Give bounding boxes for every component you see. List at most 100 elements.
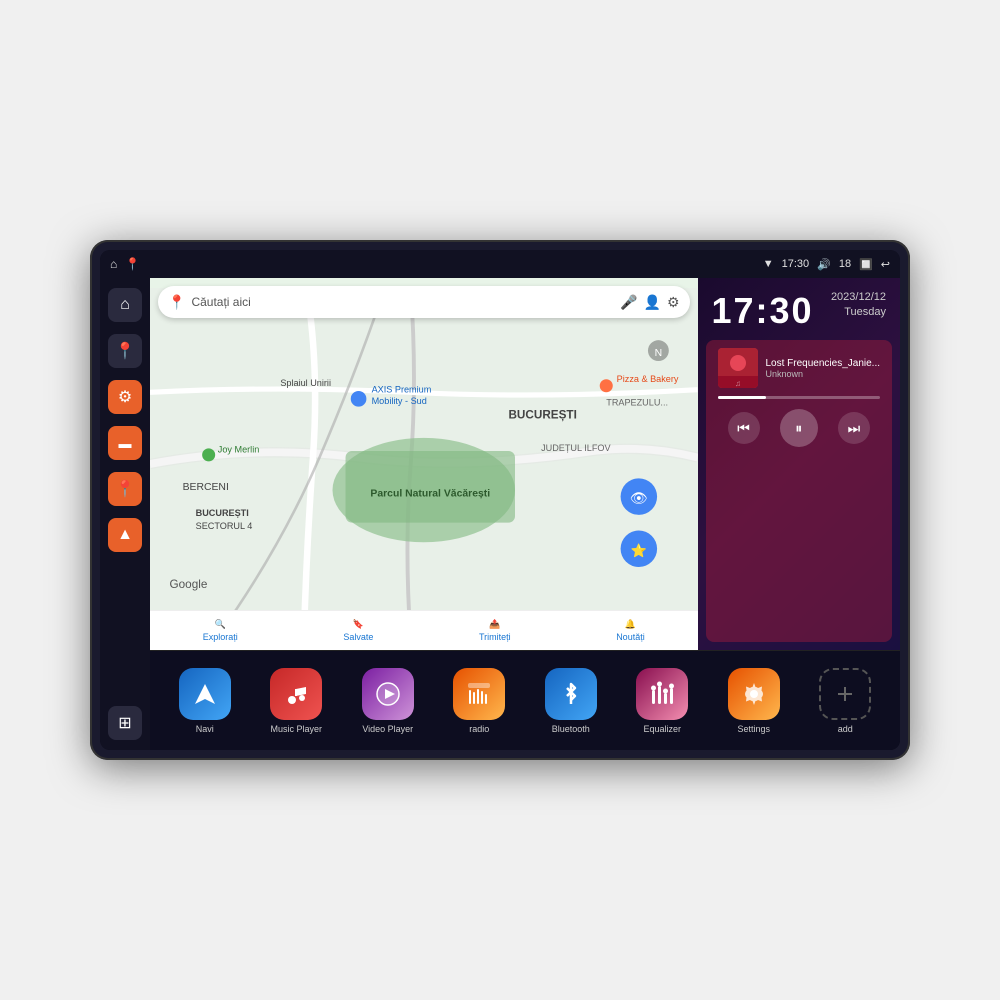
clock-date-value: 2023/12/12 — [831, 290, 886, 305]
music-player-label: Music Player — [270, 724, 322, 734]
svg-text:N: N — [655, 348, 663, 359]
bluetooth-icon — [545, 668, 597, 720]
add-label: add — [838, 724, 853, 734]
car-display: ⌂ 📍 ▼ 17:30 🔊 18 🔲 ↩ ⌂ 📍 ⚙ ▬ 📍 ▲ — [90, 240, 910, 760]
svg-text:Joy Merlin: Joy Merlin — [218, 444, 260, 454]
svg-text:♫: ♫ — [735, 379, 741, 388]
mic-icon[interactable]: 🎤 — [620, 294, 637, 311]
explore-label: Explorați — [203, 632, 238, 642]
svg-text:TRAPEZULU...: TRAPEZULU... — [606, 397, 668, 407]
app-navi[interactable]: Navi — [162, 668, 248, 734]
map-share[interactable]: 📤 Trimiteți — [479, 619, 511, 642]
sidebar-item-home[interactable]: ⌂ — [108, 288, 142, 322]
app-settings[interactable]: Settings — [711, 668, 797, 734]
video-player-label: Video Player — [362, 724, 413, 734]
svg-text:Pizza & Bakery: Pizza & Bakery — [617, 374, 679, 384]
search-placeholder: Căutați aici — [191, 295, 614, 309]
app-equalizer[interactable]: Equalizer — [620, 668, 706, 734]
sidebar-item-location[interactable]: 📍 — [108, 472, 142, 506]
map-widget[interactable]: 📍 Căutați aici 🎤 👤 ⚙ — [150, 278, 698, 650]
clock-section: 17:30 2023/12/12 Tuesday — [698, 278, 901, 340]
bluetooth-label: Bluetooth — [552, 724, 590, 734]
map-bottom-bar: 🔍 Explorați 🔖 Salvate 📤 Trimiteți — [150, 610, 698, 650]
sidebar-item-nav[interactable]: ▲ — [108, 518, 142, 552]
track-artist: Unknown — [766, 369, 881, 379]
clock-day-value: Tuesday — [831, 305, 886, 320]
radio-icon — [453, 668, 505, 720]
svg-text:Mobility - Sud: Mobility - Sud — [372, 396, 427, 406]
clock-time: 17:30 — [712, 290, 814, 332]
sidebar-item-folder[interactable]: ▬ — [108, 426, 142, 460]
settings-icon — [728, 668, 780, 720]
center-content: 📍 Căutați aici 🎤 👤 ⚙ — [150, 278, 900, 750]
navi-icon — [179, 668, 231, 720]
map-search-bar[interactable]: 📍 Căutați aici 🎤 👤 ⚙ — [158, 286, 690, 318]
svg-text:BERCENI: BERCENI — [183, 482, 229, 493]
svg-text:Parcul Natural Văcărești: Parcul Natural Văcărești — [370, 489, 490, 500]
map-saved[interactable]: 🔖 Salvate — [343, 619, 373, 642]
music-controls: ⏮ ⏸ ⏭ — [718, 409, 881, 447]
svg-text:⭐: ⭐ — [631, 543, 647, 558]
track-name: Lost Frequencies_Janie... — [766, 358, 881, 369]
clock-date: 2023/12/12 Tuesday — [831, 290, 886, 321]
video-player-icon — [362, 668, 414, 720]
music-player-icon — [270, 668, 322, 720]
progress-fill — [718, 396, 767, 399]
svg-text:SECTORUL 4: SECTORUL 4 — [196, 521, 253, 531]
wifi-icon: ▼ — [763, 258, 774, 270]
music-track-info: ♫ Lost Frequencies_Janie... Unknown — [718, 348, 881, 388]
app-bluetooth[interactable]: Bluetooth — [528, 668, 614, 734]
app-radio[interactable]: radio — [437, 668, 523, 734]
screen: ⌂ 📍 ▼ 17:30 🔊 18 🔲 ↩ ⌂ 📍 ⚙ ▬ 📍 ▲ — [100, 250, 900, 750]
app-grid: Navi Music Player — [150, 650, 900, 750]
equalizer-icon — [636, 668, 688, 720]
app-music-player[interactable]: Music Player — [254, 668, 340, 734]
next-button[interactable]: ⏭ — [838, 412, 870, 444]
settings-label: Settings — [737, 724, 770, 734]
saved-label: Salvate — [343, 632, 373, 642]
radio-label: radio — [469, 724, 489, 734]
map-status-icon[interactable]: 📍 — [125, 257, 140, 271]
svg-text:Google: Google — [170, 578, 208, 591]
svg-text:JUDEȚUL ILFOV: JUDEȚUL ILFOV — [541, 443, 611, 453]
add-icon — [819, 668, 871, 720]
back-icon[interactable]: ↩ — [881, 258, 890, 271]
account-icon[interactable]: 👤 — [644, 294, 661, 311]
map-svg: Parcul Natural Văcărești BUCUREȘTI JUDEȚ… — [150, 278, 698, 650]
status-left: ⌂ 📍 — [110, 257, 140, 271]
sidebar-item-grid[interactable]: ⊞ — [108, 706, 142, 740]
share-label: Trimiteți — [479, 632, 511, 642]
track-details: Lost Frequencies_Janie... Unknown — [766, 358, 881, 379]
svg-text:AXIS Premium: AXIS Premium — [372, 384, 432, 394]
battery-level: 18 — [839, 258, 851, 270]
news-label: Noutăți — [616, 632, 645, 642]
sidebar: ⌂ 📍 ⚙ ▬ 📍 ▲ ⊞ — [100, 278, 150, 750]
album-art: ♫ — [718, 348, 758, 388]
sidebar-item-settings[interactable]: ⚙ — [108, 380, 142, 414]
svg-text:👁: 👁 — [630, 491, 648, 507]
music-section: ♫ Lost Frequencies_Janie... Unknown — [706, 340, 893, 642]
prev-button[interactable]: ⏮ — [728, 412, 760, 444]
svg-text:BUCUREȘTI: BUCUREȘTI — [508, 408, 576, 421]
pause-button[interactable]: ⏸ — [780, 409, 818, 447]
sidebar-item-map[interactable]: 📍 — [108, 334, 142, 368]
google-maps-icon: 📍 — [168, 294, 185, 311]
progress-bar[interactable] — [718, 396, 881, 399]
status-right: ▼ 17:30 🔊 18 🔲 ↩ — [763, 258, 890, 271]
map-explore[interactable]: 🔍 Explorați — [203, 619, 238, 642]
app-add[interactable]: add — [803, 668, 889, 734]
volume-icon: 🔊 — [817, 258, 831, 271]
status-time: 17:30 — [782, 258, 810, 270]
navi-label: Navi — [196, 724, 214, 734]
map-news[interactable]: 🔔 Noutăți — [616, 619, 645, 642]
status-bar: ⌂ 📍 ▼ 17:30 🔊 18 🔲 ↩ — [100, 250, 900, 278]
map-area: 📍 Căutați aici 🎤 👤 ⚙ — [150, 278, 900, 650]
svg-text:Splaiul Unirii: Splaiul Unirii — [280, 378, 331, 388]
equalizer-label: Equalizer — [643, 724, 681, 734]
main-area: ⌂ 📍 ⚙ ▬ 📍 ▲ ⊞ — [100, 278, 900, 750]
settings-map-icon[interactable]: ⚙ — [667, 294, 680, 311]
home-status-icon[interactable]: ⌂ — [110, 257, 117, 271]
right-panel: 17:30 2023/12/12 Tuesday — [698, 278, 901, 650]
app-video-player[interactable]: Video Player — [345, 668, 431, 734]
svg-text:BUCUREȘTI: BUCUREȘTI — [196, 508, 249, 518]
